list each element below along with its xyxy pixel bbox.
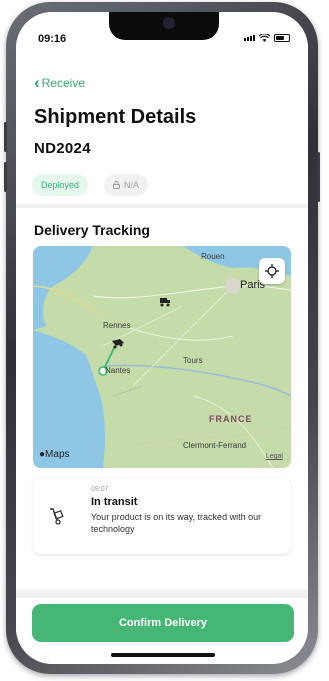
status-bar: 09:16 — [16, 12, 308, 56]
legal-link[interactable]: Legal — [266, 453, 283, 460]
tracking-event-card: 09:07 In transit Your product is on its … — [33, 478, 291, 554]
header: ‹ Receive Shipment Details ND2024 Deploy… — [16, 56, 308, 204]
back-button[interactable]: ‹ Receive — [34, 73, 86, 92]
country-label: FRANCE — [209, 414, 253, 424]
signal-icon — [244, 35, 255, 41]
power-button — [317, 152, 320, 202]
notch — [109, 12, 219, 40]
event-title: In transit — [91, 496, 138, 508]
status-icons — [244, 34, 290, 42]
na-badge: N/A — [104, 174, 149, 196]
tracking-map[interactable]: Rouen Paris Rennes Nantes Tours FRANCE C… — [33, 246, 291, 468]
battery-icon — [274, 34, 290, 42]
back-label: Receive — [41, 76, 86, 90]
confirm-delivery-button[interactable]: Confirm Delivery — [32, 604, 294, 642]
phone-frame: 09:16 ‹ Receive Shipment Details ND2024 … — [4, 2, 320, 674]
na-badge-label: N/A — [124, 180, 140, 190]
volume-button — [4, 122, 7, 152]
status-time: 09:16 — [38, 33, 67, 45]
lock-icon — [113, 181, 120, 189]
volume-button — [4, 162, 7, 192]
status-badge: Deployed — [32, 174, 89, 196]
locate-button[interactable] — [259, 258, 285, 284]
section-title: Delivery Tracking — [34, 222, 150, 238]
chevron-left-icon: ‹ — [34, 73, 40, 92]
locate-icon — [265, 264, 279, 278]
hand-truck-icon — [50, 508, 64, 525]
maps-logo-text: Maps — [45, 449, 70, 460]
vehicle-icon — [112, 339, 124, 349]
screen: 09:16 ‹ Receive Shipment Details ND2024 … — [16, 12, 308, 664]
city-label: Nantes — [105, 366, 131, 375]
city-label: Rouen — [201, 252, 225, 261]
vehicle-icon — [160, 298, 170, 307]
camera — [163, 17, 175, 29]
delivery-tracking-section: Delivery Tracking Rouen Paris Rennes Nan… — [16, 208, 308, 590]
home-indicator[interactable] — [111, 653, 215, 657]
wifi-icon — [259, 34, 270, 42]
city-label: Tours — [183, 356, 203, 365]
event-time: 09:07 — [91, 486, 109, 493]
city-label: Rennes — [103, 321, 131, 330]
page-title: Shipment Details — [34, 106, 197, 128]
city-label: Clermont-Ferrand — [183, 441, 247, 450]
shipment-code: ND2024 — [34, 140, 91, 157]
maps-logo: ●Maps — [39, 449, 70, 460]
footer: Confirm Delivery — [16, 598, 308, 664]
event-description: Your product is on its way, tracked with… — [91, 512, 262, 534]
